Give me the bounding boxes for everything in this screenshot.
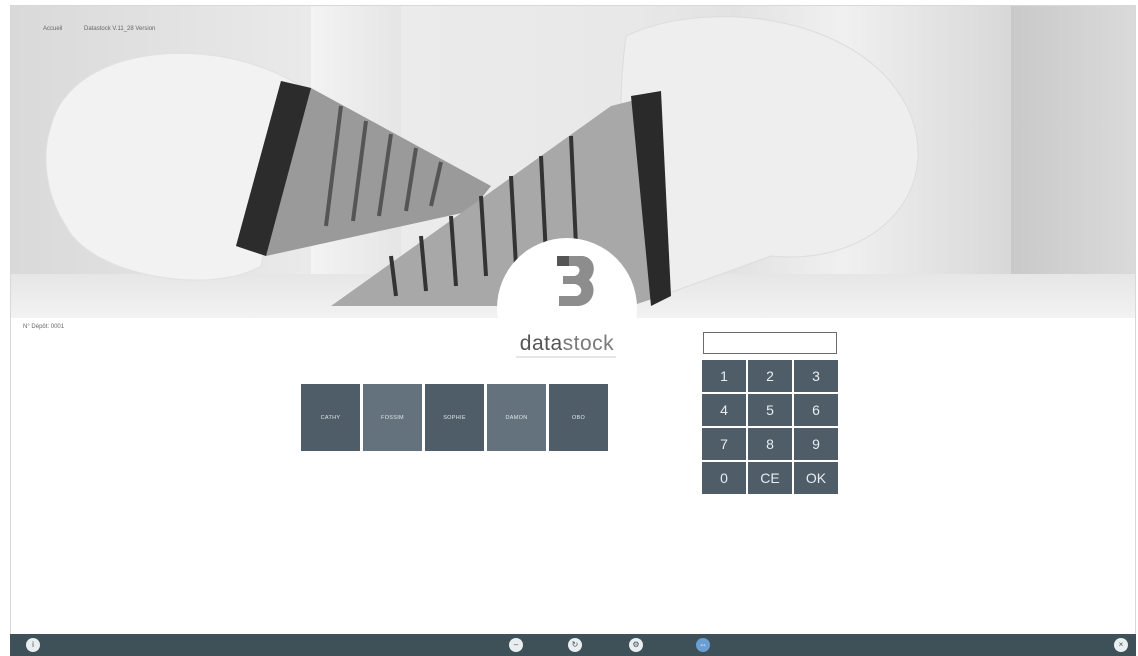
user-tile-cathy[interactable]: CATHY	[301, 384, 360, 451]
pin-input[interactable]	[703, 332, 837, 354]
clear-entry-button[interactable]: CE	[748, 462, 792, 494]
key-1[interactable]: 1	[702, 360, 746, 392]
info-icon[interactable]: i	[26, 638, 40, 652]
key-4[interactable]: 4	[702, 394, 746, 426]
user-tile-fossim[interactable]: FOSSIM	[363, 384, 422, 451]
key-3[interactable]: 3	[794, 360, 838, 392]
brand-name-part1: data	[519, 332, 563, 355]
key-2[interactable]: 2	[748, 360, 792, 392]
breadcrumb: Accueil Datastock V.11_28 Version	[43, 26, 175, 32]
user-tile-obo[interactable]: OBO	[549, 384, 608, 451]
brand-name-part2: stock	[562, 332, 615, 355]
breadcrumb-item[interactable]: Accueil	[43, 26, 62, 32]
taskbar: i – ↻ ⚙ ⇔ ×	[10, 634, 1136, 656]
ok-button[interactable]: OK	[794, 462, 838, 494]
user-selection: CATHY FOSSIM SOPHIE DAMON OBO	[301, 384, 608, 451]
refresh-icon[interactable]: ↻	[568, 638, 582, 652]
swap-icon[interactable]: ⇔	[696, 638, 710, 652]
user-tile-sophie[interactable]: SOPHIE	[425, 384, 484, 451]
key-8[interactable]: 8	[748, 428, 792, 460]
key-9[interactable]: 9	[794, 428, 838, 460]
user-tile-damon[interactable]: DAMON	[487, 384, 546, 451]
settings-icon[interactable]: ⚙	[629, 638, 643, 652]
minus-icon[interactable]: –	[509, 638, 523, 652]
numeric-keypad: 1 2 3 4 5 6 7 8 9 0 CE OK	[702, 360, 838, 494]
app-frame: Accueil Datastock V.11_28 Version N° Dép…	[10, 5, 1136, 635]
key-0[interactable]: 0	[702, 462, 746, 494]
breadcrumb-item: Datastock V.11_28 Version	[84, 26, 156, 32]
datastock-logo-icon	[557, 256, 594, 306]
deposit-number: N° Dépôt: 0001	[23, 324, 65, 330]
key-7[interactable]: 7	[702, 428, 746, 460]
key-5[interactable]: 5	[748, 394, 792, 426]
brand-name: datastock	[505, 332, 629, 356]
key-6[interactable]: 6	[794, 394, 838, 426]
brand-tagline	[516, 356, 616, 358]
close-icon[interactable]: ×	[1114, 638, 1128, 652]
